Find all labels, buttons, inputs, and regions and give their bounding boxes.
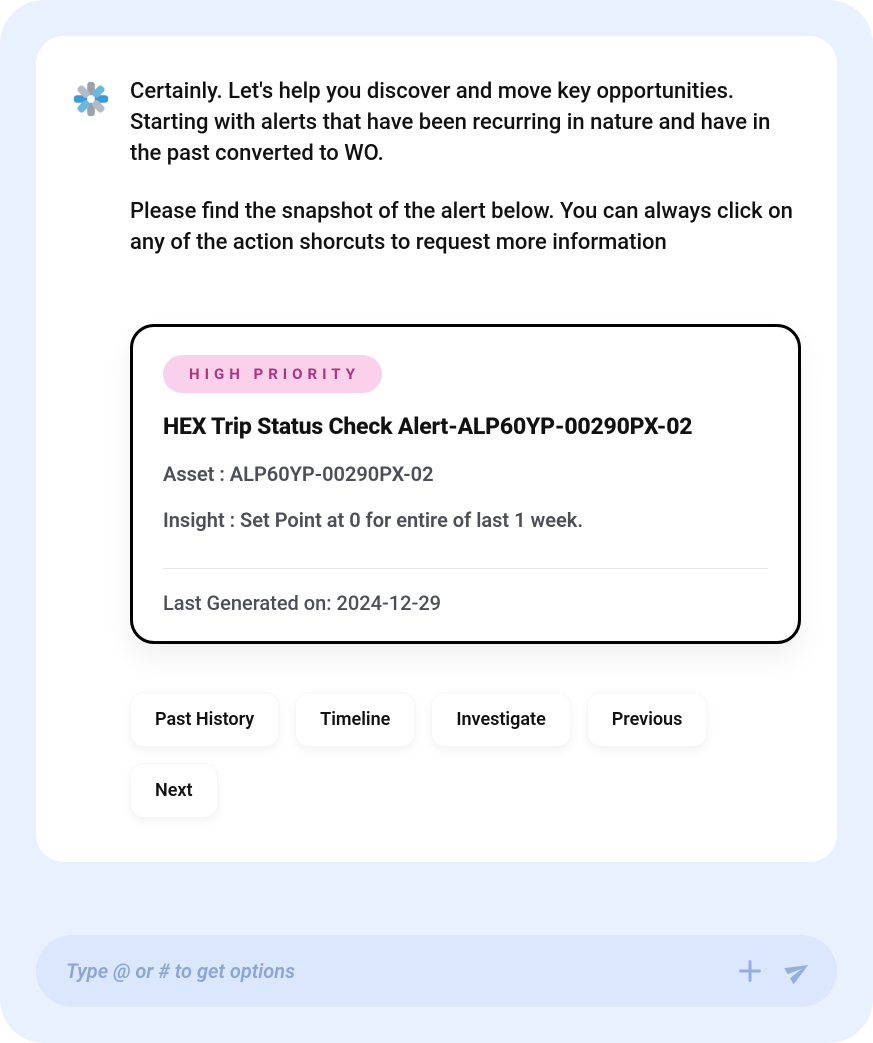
- message-paragraph-1: Certainly. Let's help you discover and m…: [130, 76, 801, 170]
- assistant-message: Certainly. Let's help you discover and m…: [72, 76, 801, 284]
- chat-panel: Certainly. Let's help you discover and m…: [0, 0, 873, 1043]
- priority-badge: HIGH PRIORITY: [163, 355, 382, 393]
- plus-icon[interactable]: [733, 954, 767, 988]
- past-history-button[interactable]: Past History: [130, 692, 279, 747]
- chat-input[interactable]: [66, 959, 719, 983]
- previous-button[interactable]: Previous: [587, 692, 708, 747]
- timeline-button[interactable]: Timeline: [295, 692, 415, 747]
- investigate-button[interactable]: Investigate: [431, 692, 570, 747]
- alert-title: HEX Trip Status Check Alert-ALP60YP-0029…: [163, 413, 768, 440]
- assistant-message-body: Certainly. Let's help you discover and m…: [130, 76, 801, 284]
- message-paragraph-2: Please find the snapshot of the alert be…: [130, 196, 801, 258]
- send-icon[interactable]: [781, 954, 815, 988]
- alert-snapshot-card: HIGH PRIORITY HEX Trip Status Check Aler…: [130, 324, 801, 644]
- action-shortcuts: Past History Timeline Investigate Previo…: [130, 692, 801, 818]
- alert-divider: [163, 568, 768, 569]
- next-button[interactable]: Next: [130, 763, 218, 818]
- alert-generated-line: Last Generated on: 2024-12-29: [163, 591, 768, 615]
- message-card: Certainly. Let's help you discover and m…: [36, 36, 837, 862]
- assistant-avatar-icon: [72, 80, 110, 118]
- alert-insight-line: Insight : Set Point at 0 for entire of l…: [163, 508, 768, 532]
- chat-input-bar: [36, 935, 837, 1007]
- alert-asset-line: Asset : ALP60YP-00290PX-02: [163, 462, 768, 486]
